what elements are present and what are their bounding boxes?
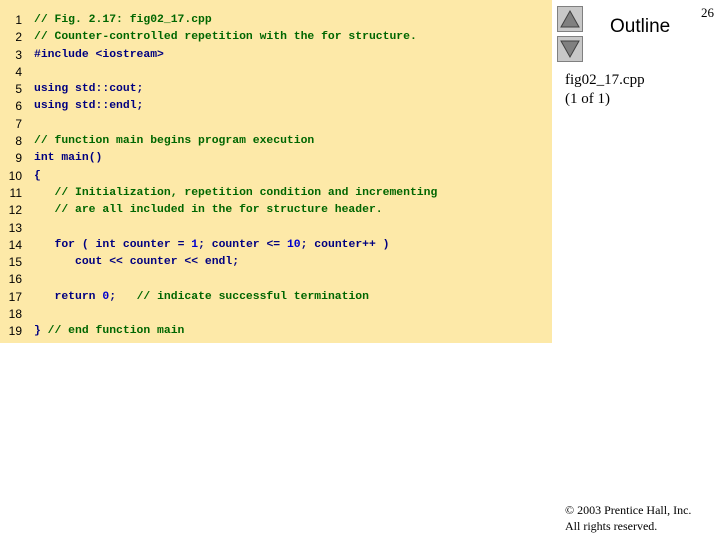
code-token: for	[34, 238, 76, 251]
line-number: 18	[8, 307, 22, 322]
code-token: // Fig. 2.17: fig02_17.cpp	[34, 14, 212, 26]
file-name: fig02_17.cpp	[565, 72, 645, 88]
line-number: 8	[15, 134, 22, 149]
code-token: (	[75, 238, 96, 251]
code-line: // function main begins program executio…	[34, 133, 437, 150]
line-number: 2	[15, 30, 22, 45]
previous-slide-button[interactable]	[557, 6, 583, 32]
code-token: int	[95, 238, 117, 251]
line-number: 13	[8, 220, 22, 235]
code-token: // Initialization, repetition condition …	[34, 186, 438, 199]
triangle-up-icon	[560, 9, 580, 28]
code-token: // end function main	[47, 325, 185, 338]
line-number: 19	[8, 324, 22, 339]
code-token: #include <iostream>	[34, 48, 164, 61]
code-token: ; counter++ )	[300, 238, 390, 251]
code-line: {	[34, 168, 437, 185]
next-slide-button[interactable]	[557, 36, 583, 62]
copyright-line-1: © 2003 Prentice Hall, Inc.	[565, 503, 692, 517]
line-number: 3	[15, 47, 22, 62]
line-number: 10	[8, 168, 22, 183]
code-token: // Counter-controlled repetition with th…	[34, 31, 417, 44]
code-token: int	[34, 152, 55, 165]
line-number: 12	[8, 203, 22, 218]
line-number: 15	[8, 255, 22, 270]
code-token: // are all included in the for structure…	[34, 204, 383, 217]
code-line: int main()	[34, 150, 437, 167]
code-token: // function main begins program executio…	[34, 135, 315, 148]
code-line: using std::cout;	[34, 81, 437, 98]
code-token: using std::endl;	[34, 100, 144, 113]
code-line: cout << counter << endl;	[34, 254, 437, 271]
page-info: (1 of 1)	[565, 91, 610, 107]
code-line: // are all included in the for structure…	[34, 202, 437, 219]
code-token: main()	[54, 152, 103, 165]
code-line: return 0; // indicate successful termina…	[34, 289, 437, 306]
code-token: using std::cout;	[34, 83, 144, 96]
line-number: 6	[15, 99, 22, 114]
line-numbers: 1 2 3 4 5 6 7 8 9 10 11 12 13 14 15 16 17 18 19	[0, 12, 22, 341]
line-number: 7	[15, 116, 22, 131]
code-listing: // Fig. 2.17: fig02_17.cpp // Counter-con…	[34, 12, 437, 341]
line-number: 1	[15, 13, 22, 27]
code-token: counter =	[116, 238, 192, 251]
line-number: 11	[9, 185, 22, 200]
code-line: // Counter-controlled repetition with th…	[34, 29, 437, 46]
copyright-line-2: All rights reserved.	[565, 519, 658, 533]
code-line: // Fig. 2.17: fig02_17.cpp	[34, 12, 437, 29]
code-token: }	[34, 325, 48, 338]
code-token: return	[34, 290, 96, 303]
code-line: } // end function main	[34, 323, 437, 340]
code-token: cout << counter << endl;	[34, 256, 240, 269]
code-token: // indicate successful termination	[136, 290, 369, 303]
line-number: 17	[8, 289, 22, 304]
outline-link[interactable]: Outline	[610, 16, 670, 38]
code-token: ;	[109, 290, 137, 303]
code-line: // Initialization, repetition condition …	[34, 185, 438, 202]
file-caption: fig02_17.cpp (1 of 1)	[565, 71, 645, 109]
line-number: 5	[15, 82, 22, 97]
line-number: 4	[15, 64, 22, 79]
code-line: for ( int counter = 1; counter <= 10; co…	[34, 237, 437, 254]
code-line: #include <iostream>	[34, 47, 437, 64]
line-number: 14	[8, 237, 22, 252]
line-number: 9	[15, 151, 22, 166]
line-number: 16	[8, 272, 22, 287]
triangle-down-icon	[560, 40, 580, 59]
code-panel: 1 2 3 4 5 6 7 8 9 10 11 12 13 14 15 16 17 18 19 // Fig. 2.…	[0, 0, 552, 343]
code-token: 10	[286, 238, 301, 251]
code-token: {	[34, 169, 41, 182]
copyright-notice: © 2003 Prentice Hall, Inc. All rights re…	[565, 502, 691, 534]
code-line: using std::endl;	[34, 98, 437, 115]
slide-number: 26	[701, 5, 714, 20]
code-token: ; counter <=	[198, 238, 287, 251]
